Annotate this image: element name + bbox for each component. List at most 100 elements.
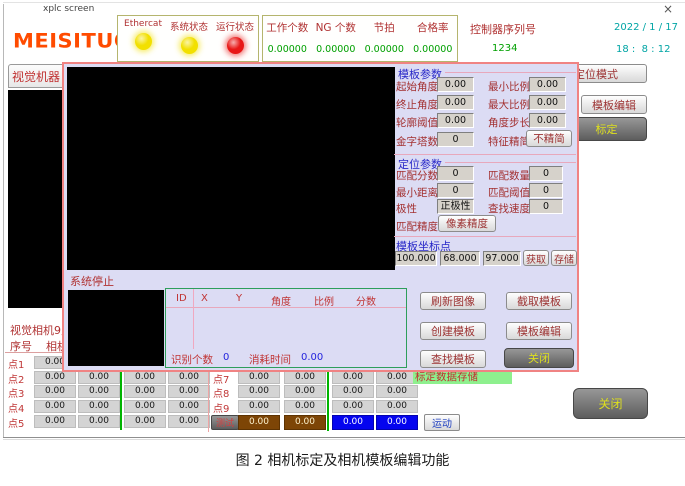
cell-value: 0.00 bbox=[238, 400, 280, 413]
cell-value: 0.00 bbox=[34, 415, 76, 428]
param-label: 特征精简 bbox=[488, 134, 530, 149]
cell-value: 0.00 bbox=[78, 385, 120, 398]
stat-work-count: 工作个数 0.00000 bbox=[263, 20, 312, 61]
cell-value: 0.00 bbox=[238, 371, 280, 384]
param-label: 金字塔数 bbox=[396, 134, 438, 149]
section-separator bbox=[394, 154, 576, 155]
stats-panel: 工作个数 0.00000 NG 个数 0.00000 节拍 0.00000 合格… bbox=[262, 15, 458, 62]
polarity-field[interactable]: 正极性 bbox=[437, 199, 474, 214]
dialog-camera-image bbox=[67, 67, 395, 270]
ethercat-lamp-icon bbox=[135, 33, 152, 50]
system-status-lamp-icon bbox=[181, 37, 198, 54]
row-label: 点3 bbox=[8, 385, 24, 400]
cell-value: 0.00 bbox=[124, 415, 166, 428]
find-template-button[interactable]: 查找模板 bbox=[420, 350, 486, 368]
stat-cycle: 节拍 0.00000 bbox=[360, 20, 409, 61]
status-running: 运行状态 bbox=[212, 19, 258, 54]
param-field[interactable]: 0.00 bbox=[437, 95, 474, 110]
param-label: 最大比例 bbox=[488, 97, 530, 112]
col-header: 角度 bbox=[271, 293, 291, 308]
dialog-template-thumbnail bbox=[68, 290, 164, 366]
dialog-close-button[interactable]: 关闭 bbox=[504, 348, 574, 368]
section-rule bbox=[445, 162, 576, 163]
section-rule bbox=[445, 72, 576, 73]
param-field[interactable]: 0.00 bbox=[529, 95, 566, 110]
param-field[interactable]: 0 bbox=[437, 183, 474, 198]
param-label: 起始角度 bbox=[396, 79, 438, 94]
cell-value: 0.00 bbox=[168, 415, 210, 428]
param-field[interactable]: 0 bbox=[529, 183, 563, 198]
test-button[interactable]: 测试 bbox=[211, 415, 239, 430]
row-label: 点1 bbox=[8, 356, 24, 371]
cell-value: 0.00 bbox=[34, 385, 76, 398]
cell-value-brown: 0.00 bbox=[238, 415, 280, 430]
coords-store-button[interactable]: 存储 bbox=[551, 250, 577, 266]
param-label: 轮廓阈值 bbox=[396, 115, 438, 130]
status-label: Ethercat bbox=[120, 19, 166, 29]
template-edit-button[interactable]: 模板编辑 bbox=[581, 95, 647, 114]
cell-value: 0.00 bbox=[284, 400, 326, 413]
param-label: 匹配阈值 bbox=[488, 185, 530, 200]
template-dialog: 系统停止 ID X Y 角度 比例 分数 识别个数 0 消耗时间 0.00 模板… bbox=[62, 62, 579, 372]
param-label: 终止角度 bbox=[396, 97, 438, 112]
row-label: 点9 bbox=[213, 400, 229, 415]
cell-value: 0.00 bbox=[34, 371, 76, 384]
main-close-button[interactable]: 关闭 bbox=[573, 388, 648, 419]
param-field[interactable]: 0.00 bbox=[529, 77, 566, 92]
col-header: 分数 bbox=[356, 293, 376, 308]
close-icon[interactable]: × bbox=[663, 2, 673, 16]
elapsed-time-label: 消耗时间 bbox=[249, 352, 291, 367]
window-top-border bbox=[3, 2, 685, 3]
date-text: 2022 / 1 / 17 bbox=[614, 22, 678, 33]
pixel-precision-button[interactable]: 像素精度 bbox=[438, 215, 496, 232]
param-label: 极性 bbox=[396, 201, 417, 216]
status-system: 系统状态 bbox=[166, 19, 212, 54]
stat-label: NG 个数 bbox=[312, 20, 361, 35]
cell-value: 0.00 bbox=[284, 371, 326, 384]
cell-value-blue: 0.00 bbox=[376, 415, 418, 430]
cell-value: 0.00 bbox=[168, 371, 210, 384]
screen: xplc screen × MEISITUO Ethercat 系统状态 运行状… bbox=[0, 0, 685, 486]
status-label: 运行状态 bbox=[212, 19, 258, 33]
param-label: 角度步长 bbox=[488, 115, 530, 130]
template-edit-dialog-button[interactable]: 模板编辑 bbox=[506, 322, 572, 340]
refresh-image-button[interactable]: 刷新图像 bbox=[420, 292, 486, 310]
param-field[interactable]: 0 bbox=[529, 199, 563, 214]
controller-serial-value: 1234 bbox=[492, 43, 517, 54]
param-field[interactable]: 0.00 bbox=[437, 77, 474, 92]
param-label: 匹配分数 bbox=[396, 168, 438, 183]
stat-label: 工作个数 bbox=[263, 20, 312, 35]
elapsed-time-value: 0.00 bbox=[301, 352, 323, 363]
param-field[interactable]: 0 bbox=[437, 132, 474, 147]
motion-button[interactable]: 运动 bbox=[424, 414, 460, 431]
param-field[interactable]: 0 bbox=[437, 166, 474, 181]
col-header: 比例 bbox=[314, 293, 334, 308]
cell-value: 0.00 bbox=[332, 385, 374, 398]
controller-serial-label: 控制器序列号 bbox=[470, 21, 536, 37]
param-label: 匹配数量 bbox=[488, 168, 530, 183]
cell-value-brown: 0.00 bbox=[284, 415, 326, 430]
param-field[interactable]: 0 bbox=[529, 166, 563, 181]
capture-template-button[interactable]: 截取模板 bbox=[506, 292, 572, 310]
param-field[interactable]: 0.00 bbox=[437, 113, 474, 128]
create-template-button[interactable]: 创建模板 bbox=[420, 322, 486, 340]
coord-angle-field[interactable]: 97.000 bbox=[483, 251, 521, 266]
window-title: xplc screen bbox=[43, 4, 94, 14]
feature-simplify-button[interactable]: 不精简 bbox=[526, 130, 572, 147]
result-table: ID X Y 角度 比例 分数 识别个数 0 消耗时间 0.00 bbox=[165, 288, 407, 368]
coord-x-field[interactable]: 100.000 bbox=[395, 251, 437, 266]
col-header: X bbox=[201, 293, 208, 304]
param-field[interactable]: 0.00 bbox=[529, 113, 566, 128]
tab-vision-robot[interactable]: 视觉机器 bbox=[8, 64, 66, 88]
brand-logo: MEISITUO bbox=[13, 30, 132, 52]
coords-get-button[interactable]: 获取 bbox=[523, 250, 549, 266]
stat-value: 0.00000 bbox=[409, 44, 458, 55]
calib-store-label: 标定数据存储 bbox=[413, 370, 512, 384]
cell-value: 0.00 bbox=[124, 385, 166, 398]
stat-label: 节拍 bbox=[360, 20, 409, 35]
coord-y-field[interactable]: 68.000 bbox=[440, 251, 480, 266]
cell-value: 0.00 bbox=[124, 400, 166, 413]
row-label: 点8 bbox=[213, 385, 229, 400]
status-panel: Ethercat 系统状态 运行状态 bbox=[117, 15, 259, 62]
cell-value: 0.00 bbox=[376, 371, 418, 384]
